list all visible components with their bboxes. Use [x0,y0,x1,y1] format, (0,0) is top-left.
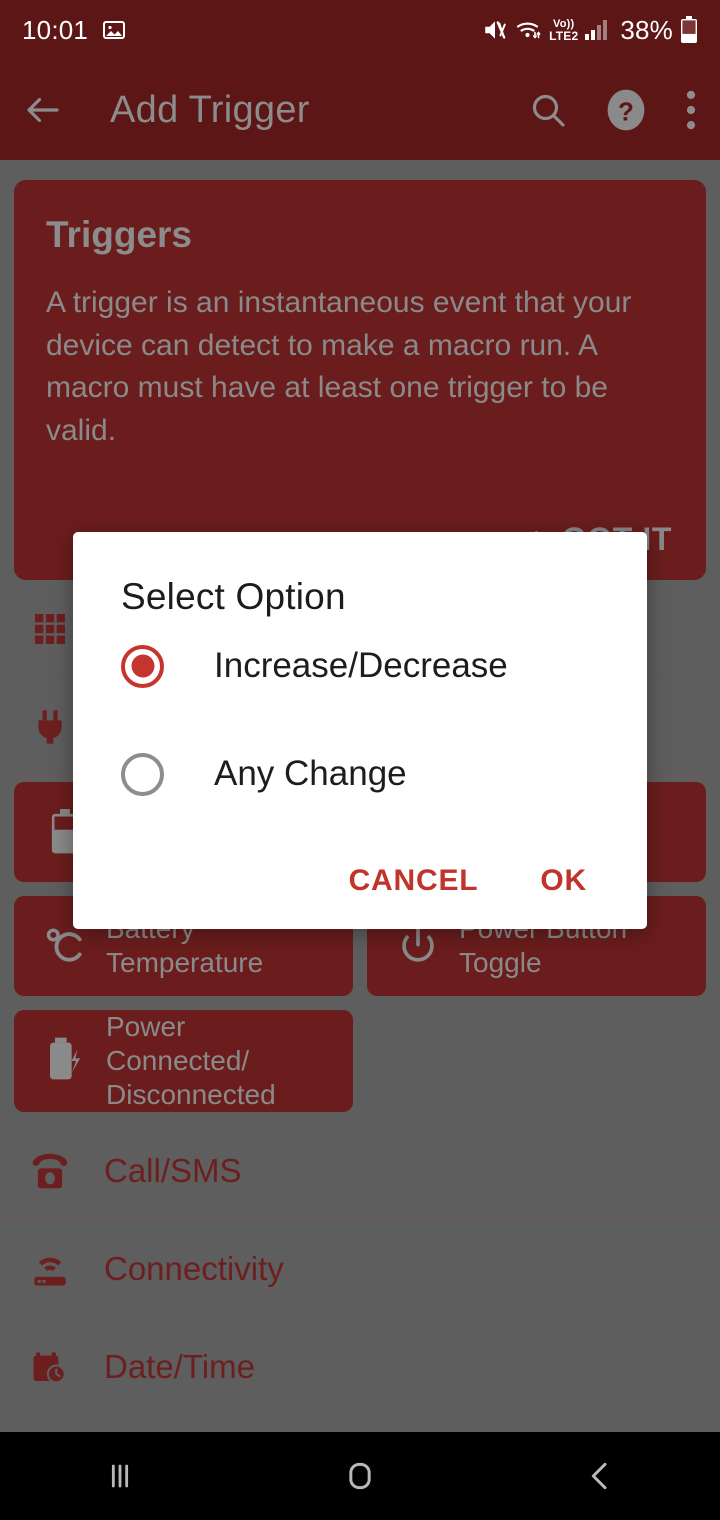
radio-option-label: Increase/Decrease [214,646,508,685]
page-title: Add Trigger [110,88,310,131]
ok-button[interactable]: OK [518,850,609,912]
app-bar: Add Trigger ? [0,60,720,160]
wifi-icon [515,18,543,42]
radio-option-increase-decrease[interactable]: Increase/Decrease [73,618,647,714]
dialog-title: Select Option [121,576,346,617]
apps-grid-icon [22,609,78,649]
volte-bottom-label: LTE2 [549,28,579,43]
sidebar-item-label: Connectivity [104,1249,284,1287]
radio-button-unselected[interactable] [121,752,164,796]
sidebar-item-date-time[interactable]: Date/Time [0,1318,720,1417]
volte-top-label: Vo)) [553,17,575,30]
radio-button-selected[interactable] [121,644,164,688]
status-bar-left: 10:01 [22,15,126,46]
back-arrow-icon[interactable] [22,89,64,131]
info-card-body: A trigger is an instantaneous event that… [46,286,632,447]
chip-power-connected-disconnected[interactable]: Power Connected/ Disconnected [14,1010,353,1113]
sidebar-item-label: Call/SMS [104,1151,242,1189]
recents-icon[interactable] [60,1456,180,1496]
signal-bars-icon [584,19,610,41]
dialog-actions: CANCEL OK [73,833,647,929]
status-bar-right: Vo)) LTE2 38% [482,15,698,46]
search-icon[interactable] [528,90,568,130]
chip-label: Power Connected/ Disconnected [106,1010,333,1112]
chip-label-line2: Disconnected [106,1079,276,1111]
select-option-dialog: Select Option Increase/Decrease Any Chan… [73,532,647,929]
sidebar-item-call-sms[interactable]: Call/SMS [0,1122,720,1221]
battery-bolt-icon [34,1035,96,1087]
triggers-info-card: Triggers A trigger is an instantaneous e… [14,180,706,580]
calendar-clock-icon [22,1346,78,1388]
cancel-button[interactable]: CANCEL [327,850,501,912]
phone-screen: 10:01 Vo)) LTE2 38% Add Trigger ? Trigge… [0,0,720,1520]
image-icon [102,18,126,42]
more-vert-icon[interactable] [684,88,698,132]
radio-option-any-change[interactable]: Any Change [73,726,647,822]
router-icon [22,1248,78,1290]
volte-indicator: Vo)) LTE2 [549,17,579,43]
celsius-icon [34,924,96,968]
telephone-icon [22,1149,78,1193]
help-icon[interactable]: ? [602,86,650,134]
home-icon[interactable] [300,1456,420,1496]
battery-icon [680,16,698,44]
app-bar-actions: ? [528,86,698,134]
sidebar-item-label: Date/Time [104,1347,255,1385]
status-bar: 10:01 Vo)) LTE2 38% [0,0,720,60]
back-icon[interactable] [540,1456,660,1496]
info-card-title: Triggers [46,214,192,255]
svg-text:?: ? [618,96,634,126]
chip-label-line1: Power Connected/ [106,1011,250,1077]
power-icon [387,924,449,968]
sidebar-item-connectivity[interactable]: Connectivity [0,1220,720,1319]
power-plug-icon [22,707,78,747]
status-clock: 10:01 [22,14,89,45]
mute-vibrate-icon [482,17,508,43]
system-nav-bar [0,1432,720,1520]
radio-option-label: Any Change [214,754,407,793]
battery-percent-label: 38% [620,14,673,45]
